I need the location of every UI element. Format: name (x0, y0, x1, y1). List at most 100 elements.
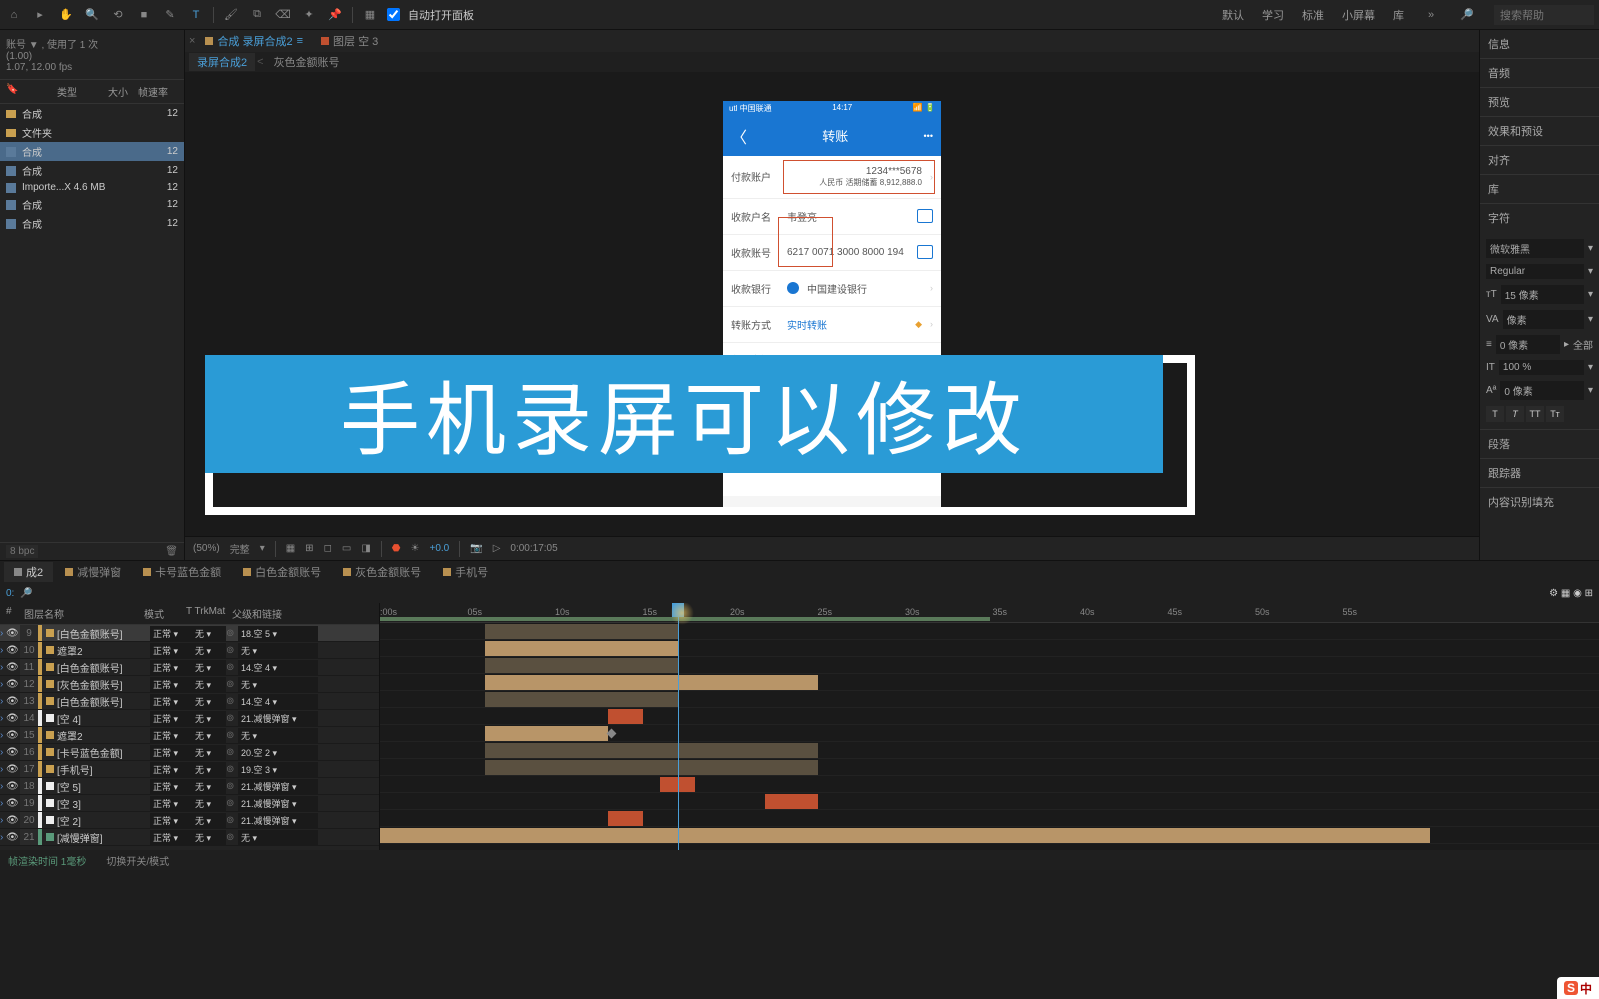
panel-tracker[interactable]: 跟踪器 (1480, 459, 1599, 487)
clip[interactable] (485, 726, 608, 741)
timeline-layer[interactable]: › 👁 9 [白色金额账号] 正常 ▾ 无 ▾ ⊚ 18.空 5 ▾ (0, 625, 379, 642)
breadcrumb-2[interactable]: 灰色金额账号 (266, 53, 348, 71)
bpc-label[interactable]: 8 bpc 🗑 (0, 542, 184, 560)
timeline-tab[interactable]: 减慢弹窗 (55, 562, 131, 582)
panel-align[interactable]: 对齐 (1480, 146, 1599, 174)
track-row[interactable] (380, 725, 1599, 742)
font-size-input[interactable]: 15 像素 (1501, 285, 1584, 304)
timeline-layer[interactable]: › 👁 15 遮罩2 正常 ▾ 无 ▾ ⊚ 无 ▾ (0, 727, 379, 744)
transparency-icon[interactable]: ◨ (361, 543, 370, 554)
timeline-layer[interactable]: › 👁 19 [空 3] 正常 ▾ 无 ▾ ⊚ 21.减慢弹窗 ▾ (0, 795, 379, 812)
clip[interactable] (380, 828, 1430, 843)
clip[interactable] (485, 692, 678, 707)
project-item[interactable]: 合成12 (0, 214, 184, 233)
font-weight-dropdown[interactable]: Regular (1486, 264, 1584, 279)
track-row[interactable] (380, 759, 1599, 776)
timeline-layer[interactable]: › 👁 12 [灰色金额账号] 正常 ▾ 无 ▾ ⊚ 无 ▾ (0, 676, 379, 693)
timeline-layer[interactable]: › 👁 17 [手机号] 正常 ▾ 无 ▾ ⊚ 19.空 3 ▾ (0, 761, 379, 778)
pin-tool-icon[interactable]: 📌 (326, 6, 344, 24)
selection-tool-icon[interactable]: ▸ (31, 6, 49, 24)
workspace-learn[interactable]: 学习 (1262, 7, 1284, 23)
viewer-tab-layer[interactable]: 图层 空 3 (313, 31, 386, 51)
overflow-icon[interactable]: » (1422, 6, 1440, 24)
snap-icon[interactable]: ▦ (361, 6, 379, 24)
clip[interactable] (765, 794, 818, 809)
track-row[interactable] (380, 640, 1599, 657)
timeline-layer[interactable]: › 👁 20 [空 2] 正常 ▾ 无 ▾ ⊚ 21.减慢弹窗 ▾ (0, 812, 379, 829)
timeline-tab[interactable]: 成2 (4, 562, 53, 582)
breadcrumb-1[interactable]: 录屏合成2 (189, 53, 255, 71)
mask-icon[interactable]: ◻ (324, 543, 332, 554)
workspace-standard[interactable]: 标准 (1302, 7, 1324, 23)
search-input[interactable]: 搜索帮助 (1494, 5, 1594, 25)
timecode[interactable]: 0:00:17:05 (510, 543, 557, 554)
zoom-tool-icon[interactable]: 🔍 (83, 6, 101, 24)
ime-indicator[interactable]: S 中 (1557, 977, 1599, 999)
project-item[interactable]: 文件夹 (0, 123, 184, 142)
workspace-default[interactable]: 默认 (1222, 7, 1244, 23)
workspace-library[interactable]: 库 (1393, 7, 1404, 23)
clip[interactable] (485, 624, 678, 639)
panel-effects[interactable]: 效果和预设 (1480, 117, 1599, 145)
track-row[interactable] (380, 827, 1599, 844)
track-row[interactable] (380, 623, 1599, 640)
panel-preview[interactable]: 预览 (1480, 88, 1599, 116)
roto-tool-icon[interactable]: ✦ (300, 6, 318, 24)
project-list[interactable]: 合成12文件夹合成12合成12Importe...X 4.6 MB12合成12合… (0, 104, 184, 542)
tracking-input[interactable]: 0 像素 (1496, 335, 1560, 354)
snapshot-icon[interactable]: 📷 (470, 543, 482, 554)
viewer-tab-comp[interactable]: 合成 录屏合成2 ≡ (197, 31, 311, 51)
exposure-icon[interactable]: ☀ (411, 543, 420, 554)
track-row[interactable] (380, 657, 1599, 674)
track-row[interactable] (380, 793, 1599, 810)
project-item[interactable]: 合成12 (0, 161, 184, 180)
smallcaps-button[interactable]: Tт (1546, 406, 1564, 422)
bold-button[interactable]: T (1486, 406, 1504, 422)
track-row[interactable] (380, 742, 1599, 759)
clip[interactable] (608, 811, 643, 826)
timeline-tab[interactable]: 灰色金额账号 (333, 562, 431, 582)
track-row[interactable] (380, 776, 1599, 793)
workspace-small[interactable]: 小屏幕 (1342, 7, 1375, 23)
project-item[interactable]: Importe...X 4.6 MB12 (0, 180, 184, 195)
home-icon[interactable]: ⌂ (5, 6, 23, 24)
clip[interactable] (485, 641, 678, 656)
region-icon[interactable]: ▭ (342, 543, 351, 554)
timeline-tab[interactable]: 手机号 (433, 562, 498, 582)
clip[interactable] (485, 658, 678, 673)
track-row[interactable] (380, 674, 1599, 691)
text-tool-icon[interactable]: T (187, 6, 205, 24)
color-mgmt-icon[interactable]: ⬣ (392, 543, 401, 554)
timeline-layer[interactable]: › 👁 14 [空 4] 正常 ▾ 无 ▾ ⊚ 21.减慢弹窗 ▾ (0, 710, 379, 727)
shape-tool-icon[interactable]: ■ (135, 6, 153, 24)
clip[interactable] (485, 675, 818, 690)
tl-search-icon[interactable]: 🔎 (20, 588, 32, 599)
panel-library[interactable]: 库 (1480, 175, 1599, 203)
timeline-tab[interactable]: 白色金额账号 (233, 562, 331, 582)
keyframe[interactable] (606, 729, 616, 739)
pen-tool-icon[interactable]: ✎ (161, 6, 179, 24)
timeline-layer[interactable]: › 👁 13 [白色金额账号] 正常 ▾ 无 ▾ ⊚ 14.空 4 ▾ (0, 693, 379, 710)
exposure-value[interactable]: +0.0 (429, 543, 449, 554)
panel-info[interactable]: 信息 (1480, 30, 1599, 58)
auto-open-panel-checkbox[interactable] (387, 8, 400, 21)
timeline-layer[interactable]: › 👁 10 遮罩2 正常 ▾ 无 ▾ ⊚ 无 ▾ (0, 642, 379, 659)
baseline-input[interactable]: 0 像素 (1500, 381, 1584, 400)
clip[interactable] (485, 743, 818, 758)
preview-icon[interactable]: ▷ (493, 543, 501, 554)
project-item[interactable]: 合成12 (0, 142, 184, 161)
panel-paragraph[interactable]: 段落 (1480, 430, 1599, 458)
track-row[interactable] (380, 810, 1599, 827)
italic-button[interactable]: T (1506, 406, 1524, 422)
brush-tool-icon[interactable]: 🖌 (222, 6, 240, 24)
clip[interactable] (608, 709, 643, 724)
project-item[interactable]: 合成12 (0, 195, 184, 214)
grid-icon[interactable]: ▦ (286, 543, 295, 554)
scale-input[interactable]: 100 % (1499, 360, 1584, 375)
panel-audio[interactable]: 音频 (1480, 59, 1599, 87)
clip[interactable] (485, 760, 818, 775)
timeline-tab[interactable]: 卡号蓝色金额 (133, 562, 231, 582)
track-row[interactable] (380, 708, 1599, 725)
panel-content-aware[interactable]: 内容识别填充 (1480, 488, 1599, 516)
timeline-tracks[interactable]: :00s05s10s15s20s25s30s35s40s45s50s55s (380, 603, 1599, 850)
